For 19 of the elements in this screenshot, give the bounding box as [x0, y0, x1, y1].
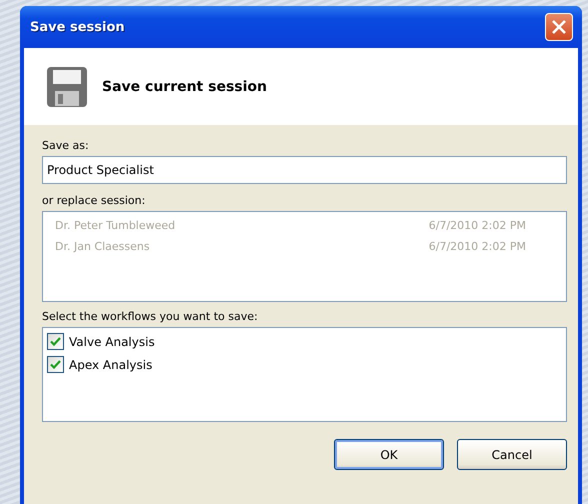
close-button[interactable]: [545, 13, 573, 41]
workflow-label: Apex Analysis: [69, 358, 152, 372]
session-date: 6/7/2010 2:02 PM: [428, 240, 526, 253]
workflow-label: Valve Analysis: [69, 334, 155, 348]
ok-button[interactable]: OK: [334, 439, 444, 470]
cancel-button[interactable]: Cancel: [457, 439, 567, 470]
dialog-heading: Save current session: [102, 78, 268, 94]
field-label: Save as:: [42, 139, 89, 152]
field-label: or replace session:: [42, 194, 146, 207]
workflow-list[interactable]: Valve Analysis Apex Analysis: [42, 327, 567, 422]
session-name-field[interactable]: Product Specialist: [42, 156, 567, 184]
session-date: 6/7/2010 2:02 PM: [428, 219, 526, 232]
window-title: Save session: [30, 20, 125, 34]
field-label: Select the workflows you want to save:: [42, 310, 258, 323]
session-name: Dr. Peter Tumbleweed: [55, 219, 176, 232]
checkbox[interactable]: [47, 333, 64, 350]
checkbox[interactable]: [47, 356, 64, 373]
session-name: Dr. Jan Claessens: [55, 240, 150, 253]
close-icon: [551, 19, 567, 35]
